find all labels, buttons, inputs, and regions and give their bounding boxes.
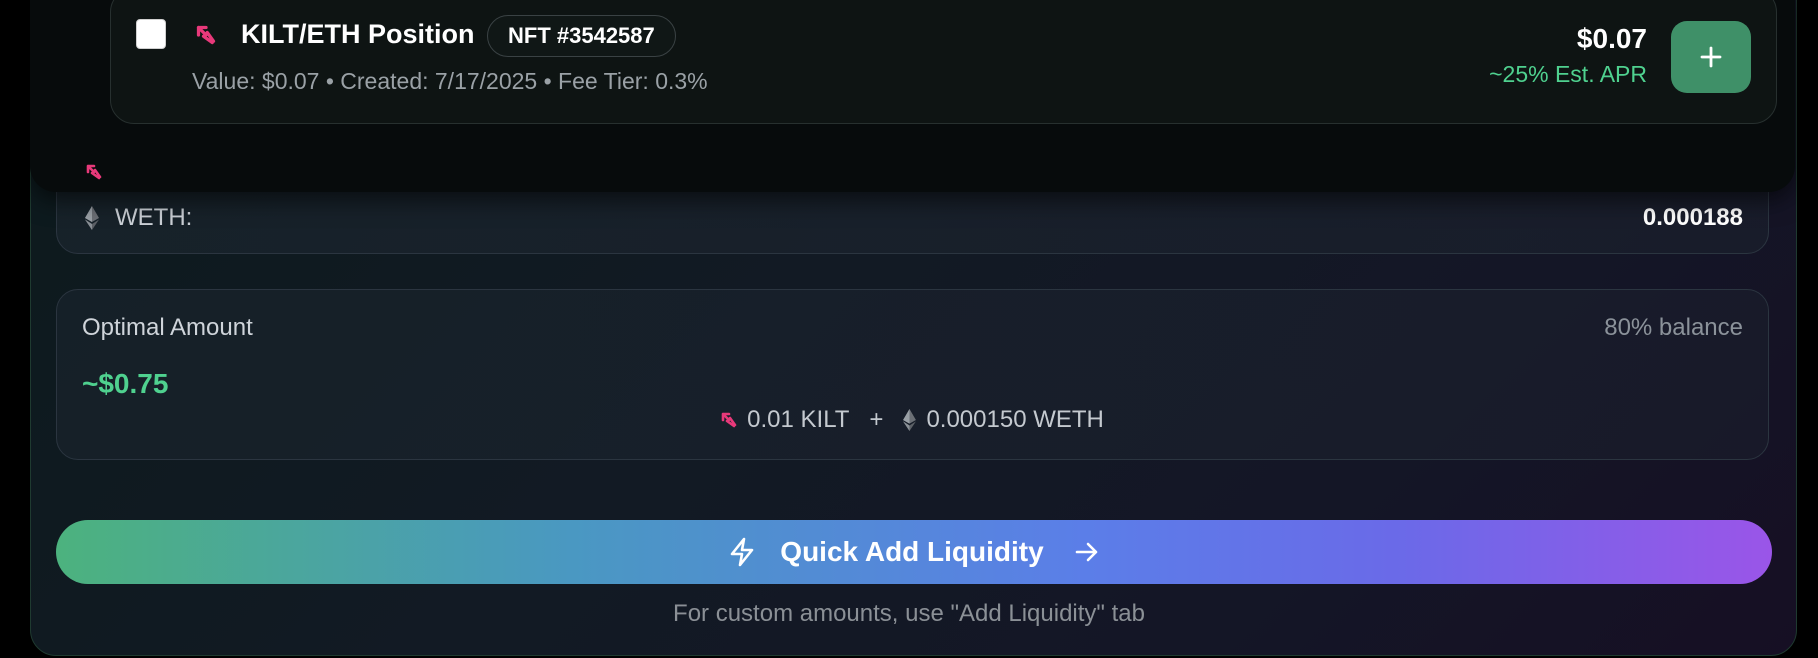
position-value: $0.07 [1576,23,1647,54]
kilt-icon [86,164,102,180]
quick-add-label: Quick Add Liquidity [780,536,1044,567]
plus-icon [1699,45,1723,69]
position-apr: ~25% Est. APR [1489,61,1647,87]
optimal-token-breakdown: 0.01 KILT + 0.000150 WETH [57,402,1768,438]
plus-sign: + [869,406,884,433]
nft-badge: NFT #3542587 [487,15,676,57]
page: WETH: 0.000188 Optimal Amount 80% balanc… [0,0,1818,658]
position-title: KILT/ETH Position [241,19,475,49]
eth-icon [903,409,917,431]
arrow-right-icon [1074,540,1100,564]
position-meta: Value: $0.07 • Created: 7/17/2025 • Fee … [192,68,708,94]
optimal-usd-value: ~$0.75 [82,368,169,399]
eth-icon [85,206,99,230]
weth-amount: 0.000150 WETH [926,406,1104,433]
optimal-amount-title: Optimal Amount [82,314,253,341]
weth-balance-row: WETH: 0.000188 [85,201,1743,235]
position-item[interactable]: KILT/ETH Position NFT #3542587 Value: $0… [110,0,1777,124]
weth-value: 0.000188 [1642,204,1743,231]
lightning-icon [728,537,756,567]
balance-percentage: 80% balance [1604,314,1743,341]
custom-amount-hint: For custom amounts, use "Add Liquidity" … [673,600,1145,627]
positions-dropdown: KILT/ETH Position NFT #3542587 Value: $0… [30,0,1795,192]
kilt-icon [721,412,737,428]
quick-add-liquidity-button[interactable]: Quick Add Liquidity [56,520,1772,584]
position-checkbox[interactable] [136,19,166,49]
add-to-position-button[interactable] [1671,21,1751,93]
optimal-amount-panel: Optimal Amount 80% balance ~$0.75 0.01 K… [56,289,1769,460]
kilt-amount: 0.01 KILT [747,406,850,433]
kilt-icon [195,25,217,45]
weth-label: WETH: [115,204,193,231]
